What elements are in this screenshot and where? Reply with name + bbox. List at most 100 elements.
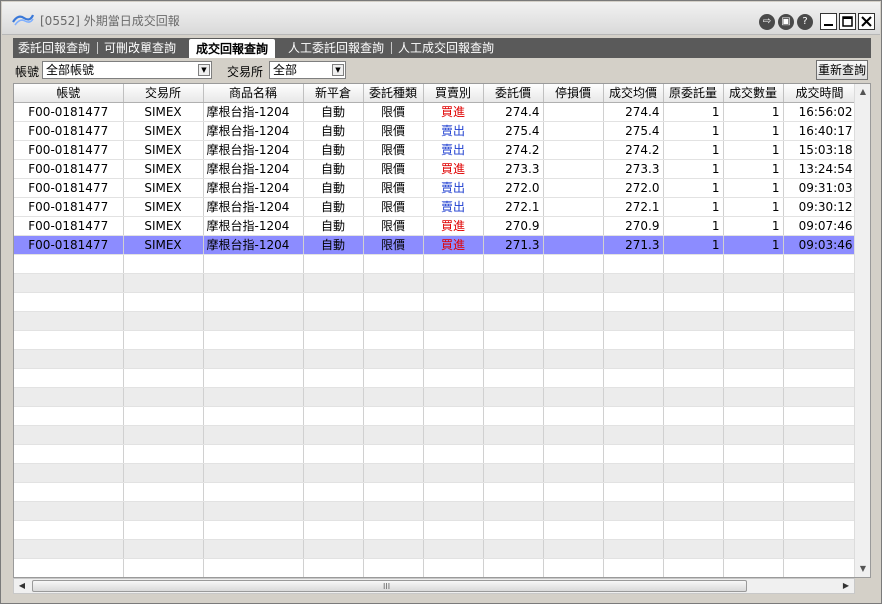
column-header-account[interactable]: 帳號 bbox=[14, 84, 124, 103]
column-header-avg-price[interactable]: 成交均價 bbox=[603, 84, 664, 103]
account-select[interactable]: 全部帳號 bbox=[42, 61, 212, 79]
table-header-row: 帳號 交易所 商品名稱 新平倉 委託種類 買賣別 委託價 停損價 成交均價 原委… bbox=[14, 84, 857, 103]
empty-cell bbox=[723, 254, 784, 274]
tab-cancellable-orders[interactable]: 可刪改單查詢 bbox=[101, 38, 179, 58]
column-header-stop-price[interactable]: 停損價 bbox=[543, 84, 604, 103]
empty-cell bbox=[303, 539, 364, 559]
tab-manual-order-report[interactable]: 人工委託回報查詢 bbox=[285, 38, 387, 58]
maximize-button[interactable] bbox=[839, 13, 856, 30]
cell-order-price: 275.4 bbox=[483, 121, 544, 141]
empty-cell bbox=[203, 368, 304, 388]
scroll-corner bbox=[855, 578, 871, 594]
horizontal-scroll-thumb[interactable]: III bbox=[32, 580, 747, 592]
tab-divider bbox=[97, 42, 98, 54]
empty-cell bbox=[723, 463, 784, 483]
column-header-orig-qty[interactable]: 原委託量 bbox=[663, 84, 724, 103]
column-header-exchange[interactable]: 交易所 bbox=[123, 84, 204, 103]
empty-cell bbox=[423, 520, 484, 540]
empty-cell bbox=[423, 558, 484, 577]
empty-cell bbox=[483, 425, 544, 445]
table-row[interactable]: F00-0181477 SIMEX 摩根台指-1204 自動 限價 買進 273.3 273.… bbox=[14, 159, 857, 179]
column-header-order-price[interactable]: 委託價 bbox=[483, 84, 544, 103]
table-row[interactable]: F00-0181477 SIMEX 摩根台指-1204 自動 限價 買進 274.4 274.… bbox=[14, 102, 857, 122]
cell-avg-price: 272.0 bbox=[603, 178, 664, 198]
table-row[interactable]: F00-0181477 SIMEX 摩根台指-1204 自動 限價 買進 270.9 270.… bbox=[14, 216, 857, 236]
empty-cell bbox=[483, 349, 544, 369]
empty-cell bbox=[303, 501, 364, 521]
minimize-icon bbox=[824, 24, 833, 26]
empty-cell bbox=[783, 463, 857, 483]
empty-cell bbox=[723, 368, 784, 388]
app-logo-icon bbox=[12, 14, 34, 26]
close-icon bbox=[861, 16, 872, 27]
cell-order-type: 限價 bbox=[363, 178, 424, 198]
column-header-order-type[interactable]: 委託種類 bbox=[363, 84, 424, 103]
empty-cell bbox=[123, 273, 204, 293]
column-header-open-close[interactable]: 新平倉 bbox=[303, 84, 364, 103]
empty-row bbox=[14, 273, 857, 293]
table-row[interactable]: F00-0181477 SIMEX 摩根台指-1204 自動 限價 賣出 275.4 275.… bbox=[14, 121, 857, 141]
empty-row bbox=[14, 406, 857, 426]
empty-cell bbox=[203, 501, 304, 521]
column-header-product[interactable]: 商品名稱 bbox=[203, 84, 304, 103]
empty-cell bbox=[723, 520, 784, 540]
vertical-scrollbar[interactable]: ▲ ▼ bbox=[854, 84, 870, 577]
empty-cell bbox=[483, 330, 544, 350]
table-row[interactable]: F00-0181477 SIMEX 摩根台指-1204 自動 限價 賣出 272.1 272.… bbox=[14, 197, 857, 217]
help-icon[interactable]: ? bbox=[797, 14, 813, 30]
cell-open-close: 自動 bbox=[303, 178, 364, 198]
empty-cell bbox=[203, 444, 304, 464]
title-bar[interactable]: [0552] 外期當日成交回報 ⇨ ▣ ? bbox=[2, 2, 880, 35]
scroll-left-icon[interactable]: ◀ bbox=[14, 579, 30, 593]
column-header-side[interactable]: 買賣別 bbox=[423, 84, 484, 103]
cell-avg-price: 273.3 bbox=[603, 159, 664, 179]
tab-manual-trade-report[interactable]: 人工成交回報查詢 bbox=[395, 38, 497, 58]
cell-order-price: 270.9 bbox=[483, 216, 544, 236]
empty-cell bbox=[603, 330, 664, 350]
cell-stop-price bbox=[543, 197, 604, 217]
table-row[interactable]: F00-0181477 SIMEX 摩根台指-1204 自動 限價 賣出 274.2 274.… bbox=[14, 140, 857, 160]
empty-cell bbox=[603, 463, 664, 483]
cell-stop-price bbox=[543, 178, 604, 198]
settings-icon[interactable]: ▣ bbox=[778, 14, 794, 30]
empty-cell bbox=[363, 292, 424, 312]
scroll-right-icon[interactable]: ▶ bbox=[838, 579, 854, 593]
empty-cell bbox=[783, 539, 857, 559]
empty-cell bbox=[603, 368, 664, 388]
empty-cell bbox=[123, 406, 204, 426]
empty-cell bbox=[663, 387, 724, 407]
scroll-up-icon[interactable]: ▲ bbox=[855, 84, 870, 100]
empty-cell bbox=[363, 254, 424, 274]
minimize-button[interactable] bbox=[820, 13, 837, 30]
table-row[interactable]: F00-0181477 SIMEX 摩根台指-1204 自動 限價 賣出 272.0 272.… bbox=[14, 178, 857, 198]
tab-order-report[interactable]: 委託回報查詢 bbox=[15, 38, 93, 58]
empty-cell bbox=[543, 501, 604, 521]
close-button[interactable] bbox=[858, 13, 875, 30]
refresh-query-button[interactable]: 重新查詢 bbox=[816, 60, 868, 80]
empty-cell bbox=[123, 254, 204, 274]
column-header-filled-qty[interactable]: 成交數量 bbox=[723, 84, 784, 103]
empty-cell bbox=[423, 406, 484, 426]
empty-cell bbox=[123, 520, 204, 540]
chevron-down-icon[interactable]: ▼ bbox=[332, 64, 344, 76]
empty-cell bbox=[203, 330, 304, 350]
empty-row bbox=[14, 330, 857, 350]
scroll-down-icon[interactable]: ▼ bbox=[855, 561, 870, 577]
logout-icon[interactable]: ⇨ bbox=[759, 14, 775, 30]
empty-cell bbox=[783, 368, 857, 388]
empty-cell bbox=[783, 406, 857, 426]
column-header-time[interactable]: 成交時間 bbox=[783, 84, 857, 103]
empty-cell bbox=[543, 482, 604, 502]
tab-trade-report[interactable]: 成交回報查詢 bbox=[189, 39, 275, 58]
horizontal-scrollbar[interactable]: ◀ III ▶ bbox=[13, 578, 855, 594]
cell-stop-price bbox=[543, 216, 604, 236]
empty-cell bbox=[723, 330, 784, 350]
empty-cell bbox=[423, 311, 484, 331]
table-row[interactable]: F00-0181477 SIMEX 摩根台指-1204 自動 限價 買進 271.3 271.… bbox=[14, 235, 857, 255]
cell-order-type: 限價 bbox=[363, 102, 424, 122]
empty-cell bbox=[663, 349, 724, 369]
cell-open-close: 自動 bbox=[303, 140, 364, 160]
empty-cell bbox=[203, 558, 304, 577]
empty-cell bbox=[363, 349, 424, 369]
chevron-down-icon[interactable]: ▼ bbox=[198, 64, 210, 76]
